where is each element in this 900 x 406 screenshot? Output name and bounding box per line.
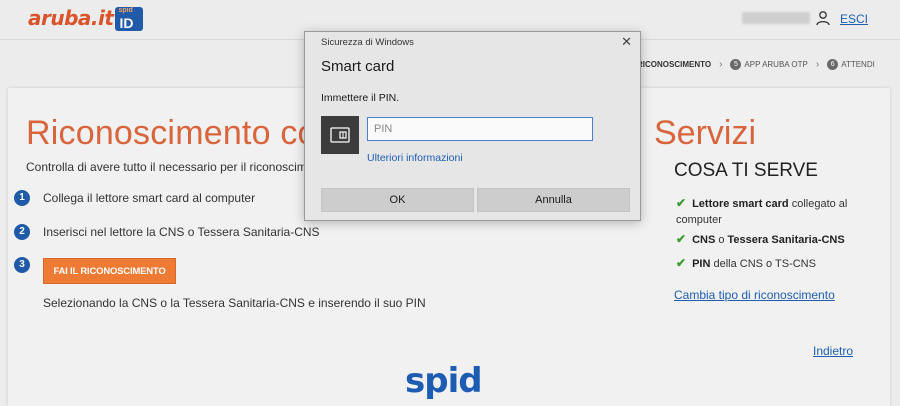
smart-card-icon [321, 116, 359, 154]
dialog-prompt: Immettere il PIN. [321, 92, 400, 104]
cancel-button[interactable]: Annulla [477, 188, 630, 212]
close-icon[interactable]: ✕ [621, 35, 632, 49]
windows-security-dialog: Sicurezza di Windows ✕ Smart card Immett… [304, 31, 641, 221]
dialog-title: Smart card [321, 58, 395, 75]
more-info-link[interactable]: Ulteriori informazioni [367, 152, 463, 164]
page: aruba.it spid ID ESCI RICONOSCIMENTO › 5… [0, 0, 900, 406]
pin-input[interactable] [367, 117, 593, 141]
dialog-caption: Sicurezza di Windows [321, 37, 414, 48]
ok-button[interactable]: OK [321, 188, 474, 212]
